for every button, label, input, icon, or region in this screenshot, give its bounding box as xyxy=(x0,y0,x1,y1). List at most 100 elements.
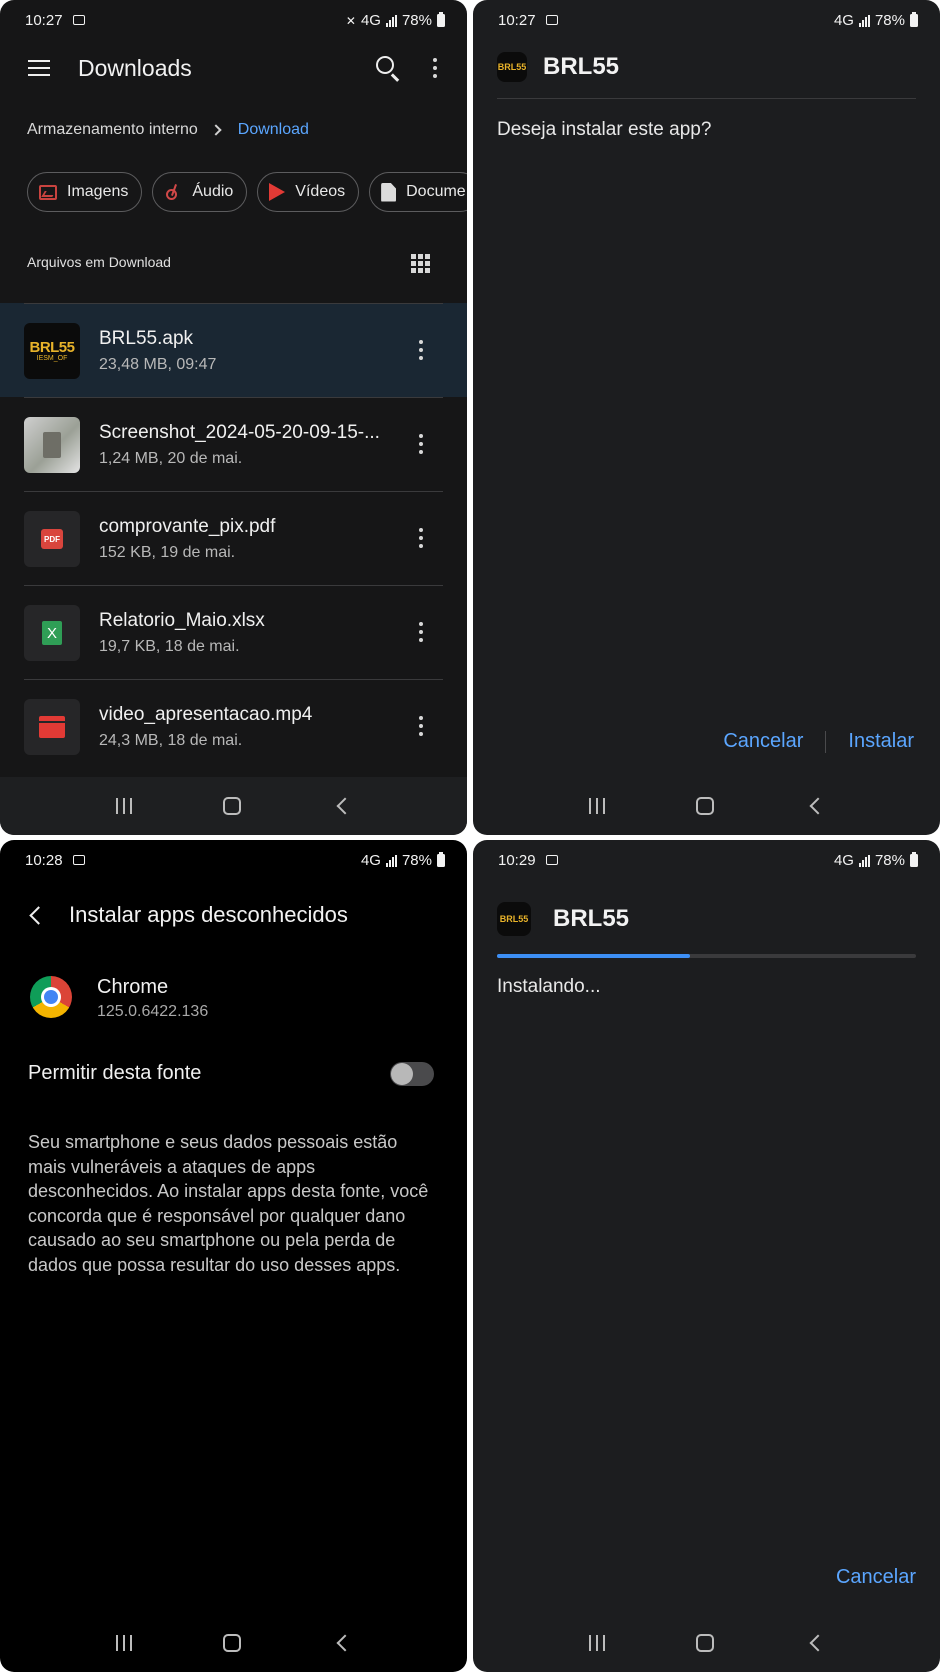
list-item[interactable]: BRL55 IESM_OF BRL55.apk 23,48 MB, 09:47 xyxy=(0,303,467,397)
music-note-icon xyxy=(164,183,182,201)
navigation-bar xyxy=(0,1614,467,1672)
chip-images[interactable]: Imagens xyxy=(27,172,143,212)
item-more-icon[interactable] xyxy=(419,340,423,360)
divider xyxy=(24,585,443,586)
file-meta: 152 KB, 19 de mai. xyxy=(99,544,236,561)
permit-label: Permitir desta fonte xyxy=(28,1062,202,1084)
install-button[interactable]: Instalar xyxy=(848,730,914,753)
item-more-icon[interactable] xyxy=(419,716,423,736)
battery-label: 78% xyxy=(874,12,905,29)
back-icon[interactable] xyxy=(809,797,827,815)
recent-apps-icon[interactable] xyxy=(588,1635,605,1651)
list-item[interactable]: X Relatorio_Maio.xlsx 19,7 KB, 18 de mai… xyxy=(0,585,467,679)
downloads-screen: 10:27 ✕ 4G 78% Downloads Armazenamento i… xyxy=(0,0,467,835)
back-icon[interactable] xyxy=(809,1634,827,1652)
cancel-button[interactable]: Cancelar xyxy=(723,730,803,753)
source-app-name: Chrome xyxy=(97,976,169,998)
chip-audio[interactable]: Áudio xyxy=(152,172,248,212)
spreadsheet-icon: X xyxy=(24,605,80,661)
logo-subtext: IESM_OF xyxy=(36,354,68,362)
file-name: Relatorio_Maio.xlsx xyxy=(99,610,265,631)
category-chips: Imagens Áudio Vídeos Docume xyxy=(27,172,467,212)
more-options-icon[interactable] xyxy=(433,58,437,78)
file-name: Screenshot_2024-05-20-09-15-... xyxy=(99,422,380,443)
install-progress-bar xyxy=(497,954,916,958)
breadcrumb-root[interactable]: Armazenamento interno xyxy=(27,121,198,139)
home-icon[interactable] xyxy=(696,797,715,815)
item-more-icon[interactable] xyxy=(419,434,423,454)
logo-text: BRL55 xyxy=(29,338,75,356)
list-item[interactable]: PDF comprovante_pix.pdf 152 KB, 19 de ma… xyxy=(0,491,467,585)
chrome-icon xyxy=(30,976,72,1018)
file-name: BRL55.apk xyxy=(99,328,194,349)
security-warning: Seu smartphone e seus dados pessoais est… xyxy=(28,1132,429,1275)
item-more-icon[interactable] xyxy=(419,622,423,642)
cancel-button[interactable]: Cancelar xyxy=(836,1566,916,1589)
recent-apps-icon[interactable] xyxy=(588,798,605,814)
status-time: 10:29 xyxy=(498,852,536,869)
chip-documents[interactable]: Docume xyxy=(369,172,467,212)
dialog-header: BRL55 BRL55 xyxy=(497,52,619,82)
pdf-icon: PDF xyxy=(24,511,80,567)
home-icon[interactable] xyxy=(223,797,242,815)
page-title: Instalar apps desconhecidos xyxy=(69,902,348,927)
logo-text: BRL55 xyxy=(497,61,527,72)
chip-videos[interactable]: Vídeos xyxy=(257,172,360,212)
battery-label: 78% xyxy=(874,852,905,869)
recent-apps-icon[interactable] xyxy=(115,1635,132,1651)
video-file-icon xyxy=(24,699,80,755)
home-icon[interactable] xyxy=(696,1634,715,1652)
chip-label: Imagens xyxy=(67,183,129,200)
file-name: video_apresentacao.mp4 xyxy=(99,704,313,725)
menu-icon[interactable] xyxy=(28,60,50,81)
file-meta: 23,48 MB, 09:47 xyxy=(99,356,217,373)
back-icon[interactable] xyxy=(336,797,354,815)
list-item[interactable]: Screenshot_2024-05-20-09-15-... 1,24 MB,… xyxy=(0,397,467,491)
chip-label: Docume xyxy=(406,183,466,200)
gallery-notification-icon xyxy=(546,855,558,865)
app-logo-icon: BRL55 xyxy=(497,52,527,82)
home-icon[interactable] xyxy=(223,1634,242,1652)
item-more-icon[interactable] xyxy=(419,528,423,548)
gallery-notification-icon xyxy=(73,855,85,865)
page-title: Downloads xyxy=(78,55,192,81)
spreadsheet-badge: X xyxy=(42,621,62,645)
progress-fill xyxy=(497,954,690,958)
signal-icon xyxy=(385,14,397,27)
breadcrumb-current[interactable]: Download xyxy=(238,121,309,139)
file-list: BRL55 IESM_OF BRL55.apk 23,48 MB, 09:47 … xyxy=(0,303,467,773)
list-item[interactable]: video_apresentacao.mp4 24,3 MB, 18 de ma… xyxy=(0,679,467,773)
gallery-notification-icon xyxy=(73,15,85,25)
image-thumbnail xyxy=(24,417,80,473)
install-confirm-screen: 10:27 4G 78% BRL55 BRL55 Deseja instalar… xyxy=(473,0,940,835)
signal-icon xyxy=(385,854,397,867)
battery-icon xyxy=(910,852,918,867)
logo-text: BRL55 xyxy=(499,913,529,924)
back-icon[interactable] xyxy=(336,1634,354,1652)
installing-label: Instalando... xyxy=(497,976,601,997)
play-icon xyxy=(269,183,286,201)
status-bar: 10:29 4G 78% xyxy=(473,840,940,882)
recent-apps-icon[interactable] xyxy=(115,798,132,814)
network-label: 4G xyxy=(360,12,381,29)
installing-screen: 10:29 4G 78% BRL55 BRL55 Instalando... C… xyxy=(473,840,940,1672)
divider xyxy=(24,491,443,492)
network-label: 4G xyxy=(833,852,854,869)
battery-label: 78% xyxy=(401,12,432,29)
permit-toggle[interactable] xyxy=(390,1062,434,1086)
app-bar: Downloads xyxy=(0,42,467,96)
document-icon xyxy=(381,182,397,202)
app-title: BRL55 xyxy=(553,905,630,932)
navigation-bar xyxy=(473,777,940,835)
dialog-buttons: Cancelar Instalar xyxy=(723,730,914,753)
signal-icon xyxy=(858,854,870,867)
app-title: BRL55 xyxy=(543,53,620,80)
grid-view-icon[interactable] xyxy=(411,254,430,273)
search-icon[interactable] xyxy=(376,56,394,74)
navigation-bar xyxy=(0,777,467,835)
battery-label: 78% xyxy=(401,852,432,869)
app-logo-icon: BRL55 xyxy=(497,902,531,936)
battery-icon xyxy=(437,852,445,867)
back-arrow-icon[interactable] xyxy=(29,905,48,925)
navigation-bar xyxy=(473,1614,940,1672)
